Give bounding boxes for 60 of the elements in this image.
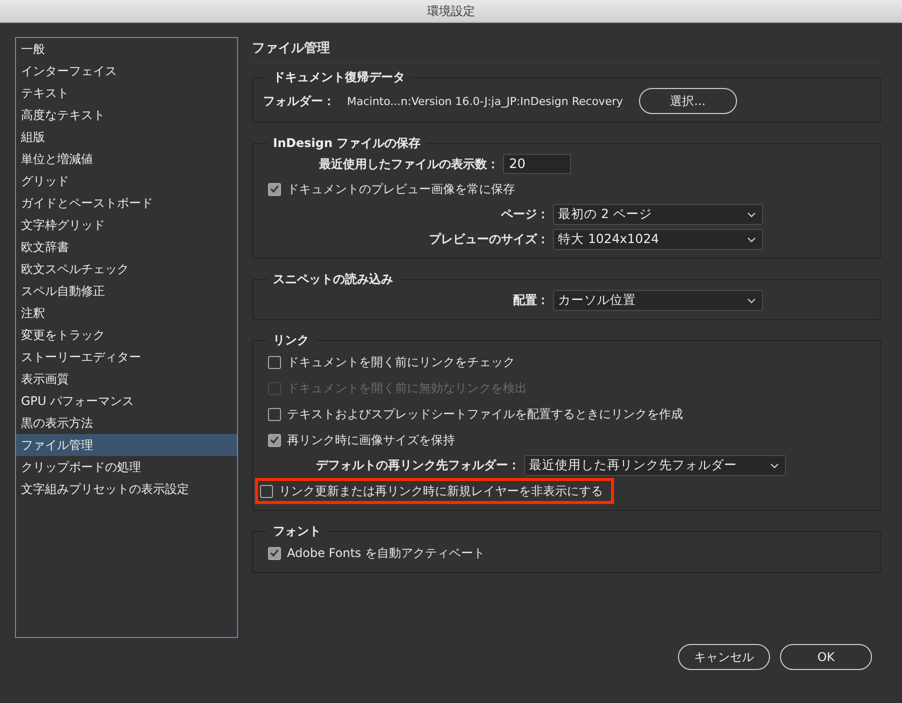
sidebar-item[interactable]: ファイル管理	[16, 434, 237, 456]
chevron-down-icon	[747, 212, 756, 218]
sidebar-item[interactable]: 文字組みプリセットの表示設定	[16, 478, 237, 500]
dropdown[interactable]: 最近使用した再リンク先フォルダー	[524, 455, 786, 476]
group-title: ドキュメント復帰データ	[272, 69, 406, 86]
checkbox-label: テキストおよびスプレッドシートファイルを配置するときにリンクを作成	[287, 406, 683, 422]
checkbox-label: ドキュメントを開く前にリンクをチェック	[287, 354, 515, 370]
checkbox[interactable]	[268, 408, 281, 420]
sidebar-item[interactable]: GPU パフォーマンス	[16, 390, 237, 412]
choose-button[interactable]: 選択...	[638, 88, 737, 114]
sidebar-item[interactable]: 黒の表示方法	[16, 412, 237, 434]
field-label: 配置：	[512, 292, 549, 309]
sidebar-item[interactable]: クリップボードの処理	[16, 456, 237, 478]
page-title: ファイル管理	[252, 37, 881, 63]
checkbox-label: ドキュメントを開く前に無効なリンクを検出	[287, 380, 527, 396]
field-label: フォルダー：	[263, 92, 335, 110]
group-title: リンク	[272, 332, 310, 349]
chevron-down-icon	[770, 462, 779, 468]
sidebar-item[interactable]: 組版	[16, 126, 237, 148]
sidebar-item[interactable]: 一般	[16, 38, 237, 60]
number-field[interactable]: 20	[503, 154, 571, 174]
cancel-button[interactable]: キャンセル	[678, 644, 770, 670]
checkbox[interactable]	[260, 484, 273, 498]
dropdown[interactable]: カーソル位置	[553, 290, 763, 311]
sidebar-item[interactable]: インターフェイス	[16, 60, 237, 82]
window-title: 環境設定	[427, 2, 475, 20]
dropdown[interactable]: 特大 1024x1024	[553, 229, 763, 250]
sidebar-item[interactable]: ストーリーエディター	[16, 346, 237, 368]
checkbox[interactable]	[268, 182, 281, 196]
field-label: ページ：	[500, 206, 549, 223]
ok-button[interactable]: OK	[780, 644, 872, 670]
chevron-down-icon	[747, 236, 756, 242]
checkbox-label: リンク更新または再リンク時に新規レイヤーを非表示にする	[279, 482, 603, 500]
field-label: デフォルトの再リンク先フォルダー：	[315, 457, 520, 474]
sidebar-item[interactable]: 表示画質	[16, 368, 237, 390]
checkbox[interactable]	[268, 356, 281, 368]
dropdown[interactable]: 最初の 2 ページ	[553, 204, 763, 225]
sidebar-item[interactable]: 注釈	[16, 302, 237, 324]
sidebar-item[interactable]: 文字枠グリッド	[16, 214, 237, 236]
sidebar-item[interactable]: 高度なテキスト	[16, 104, 237, 126]
group-title: スニペットの読み込み	[272, 271, 394, 288]
checkbox-label: Adobe Fonts を自動アクティベート	[287, 544, 485, 562]
checkbox-label: 再リンク時に画像サイズを保持	[287, 432, 455, 448]
sidebar-item[interactable]: グリッド	[16, 170, 237, 192]
field-label: 最近使用したファイルの表示数：	[318, 156, 499, 172]
sidebar-item[interactable]: 欧文辞書	[16, 236, 237, 258]
group-title: フォント	[272, 523, 322, 540]
folder-path: Macinto...n:Version 16.0-J:ja_JP:InDesign Recovery	[347, 94, 623, 108]
sidebar-item[interactable]: スペル自動修正	[16, 280, 237, 302]
sidebar-item[interactable]: 欧文スペルチェック	[16, 258, 237, 280]
checkbox[interactable]	[268, 546, 281, 560]
field-label: プレビューのサイズ：	[428, 231, 549, 248]
group-title: InDesign ファイルの保存	[272, 135, 422, 152]
sidebar-item[interactable]: 単位と増減値	[16, 148, 237, 170]
checkbox[interactable]	[268, 434, 281, 446]
chevron-down-icon	[747, 298, 756, 304]
sidebar-item[interactable]: 変更をトラック	[16, 324, 237, 346]
sidebar-item[interactable]: テキスト	[16, 82, 237, 104]
checkbox-label: ドキュメントのプレビュー画像を常に保存	[287, 180, 515, 198]
sidebar-item[interactable]: ガイドとペーストボード	[16, 192, 237, 214]
